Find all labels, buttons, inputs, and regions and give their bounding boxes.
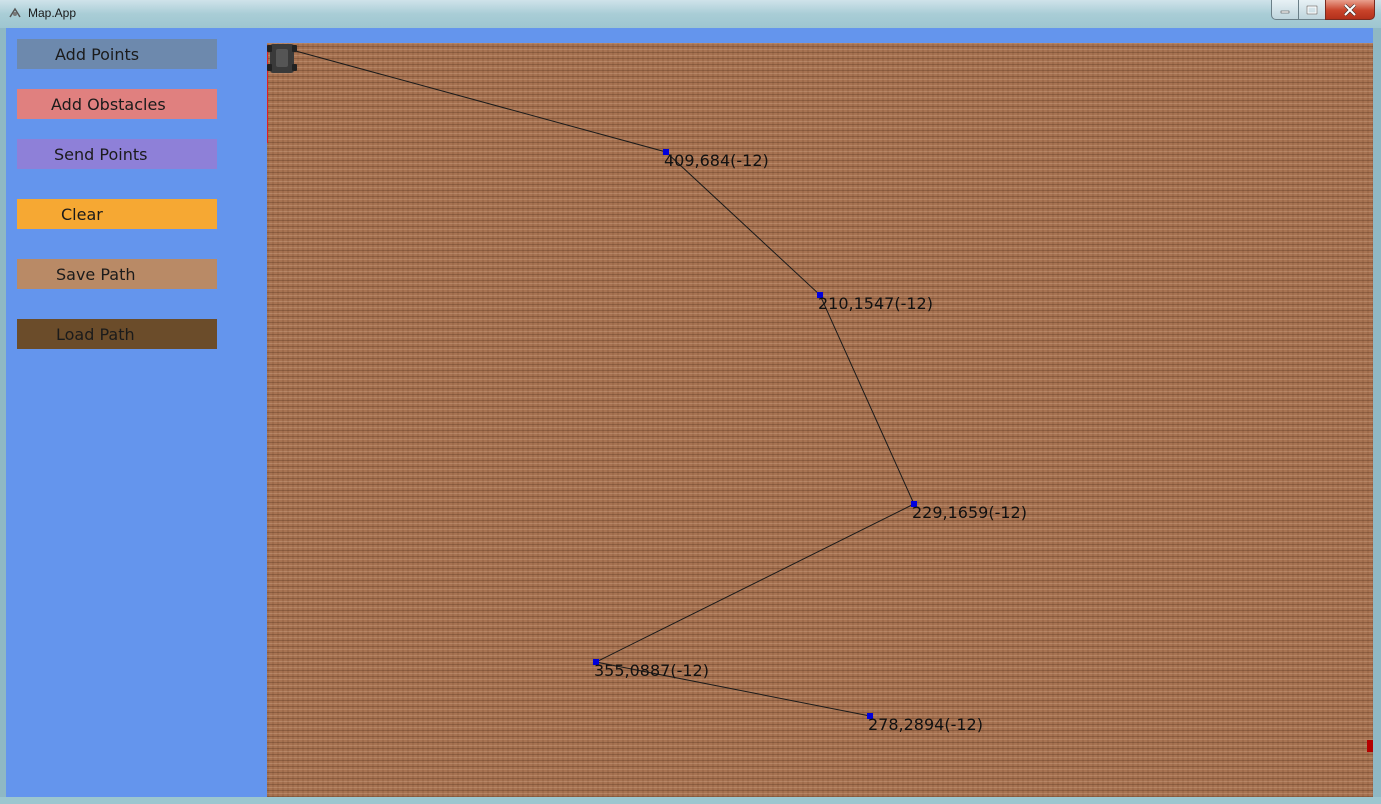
robot-icon[interactable]	[267, 44, 297, 73]
title-bar[interactable]: Map.App	[0, 0, 1381, 28]
send-points-button[interactable]: Send Points	[17, 139, 217, 169]
obstacle-marker	[1367, 740, 1373, 752]
minimize-button[interactable]	[1271, 0, 1299, 20]
add-obstacles-button[interactable]: Add Obstacles	[17, 89, 217, 119]
add-points-button[interactable]: Add Points	[17, 39, 217, 69]
waypoint-label: 409,684(-12)	[664, 151, 769, 170]
waypoint-label: 355,0887(-12)	[594, 661, 709, 680]
window-title: Map.App	[28, 6, 77, 20]
load-path-button[interactable]: Load Path	[17, 319, 217, 349]
waypoint-label: 229,1659(-12)	[912, 503, 1027, 522]
maximize-button[interactable]	[1298, 0, 1326, 20]
minimize-icon	[1280, 10, 1290, 13]
window-bottom-border	[0, 797, 1381, 804]
waypoint-label: 278,2894(-12)	[868, 715, 983, 734]
map-overlay[interactable]: 409,684(-12) 210,1547(-12) 229,1659(-12) 35…	[267, 43, 1373, 797]
client-area: Add Points Add Obstacles Send Points Cle…	[6, 28, 1373, 797]
clear-button[interactable]: Clear	[17, 199, 217, 229]
close-button[interactable]	[1325, 0, 1375, 20]
save-path-button[interactable]: Save Path	[17, 259, 217, 289]
app-icon	[9, 7, 21, 18]
close-icon	[1343, 3, 1357, 16]
path-line	[280, 46, 915, 717]
maximize-icon	[1306, 5, 1318, 14]
map-canvas[interactable]: 409,684(-12) 210,1547(-12) 229,1659(-12) 35…	[267, 43, 1373, 797]
waypoint-label: 210,1547(-12)	[818, 294, 933, 313]
